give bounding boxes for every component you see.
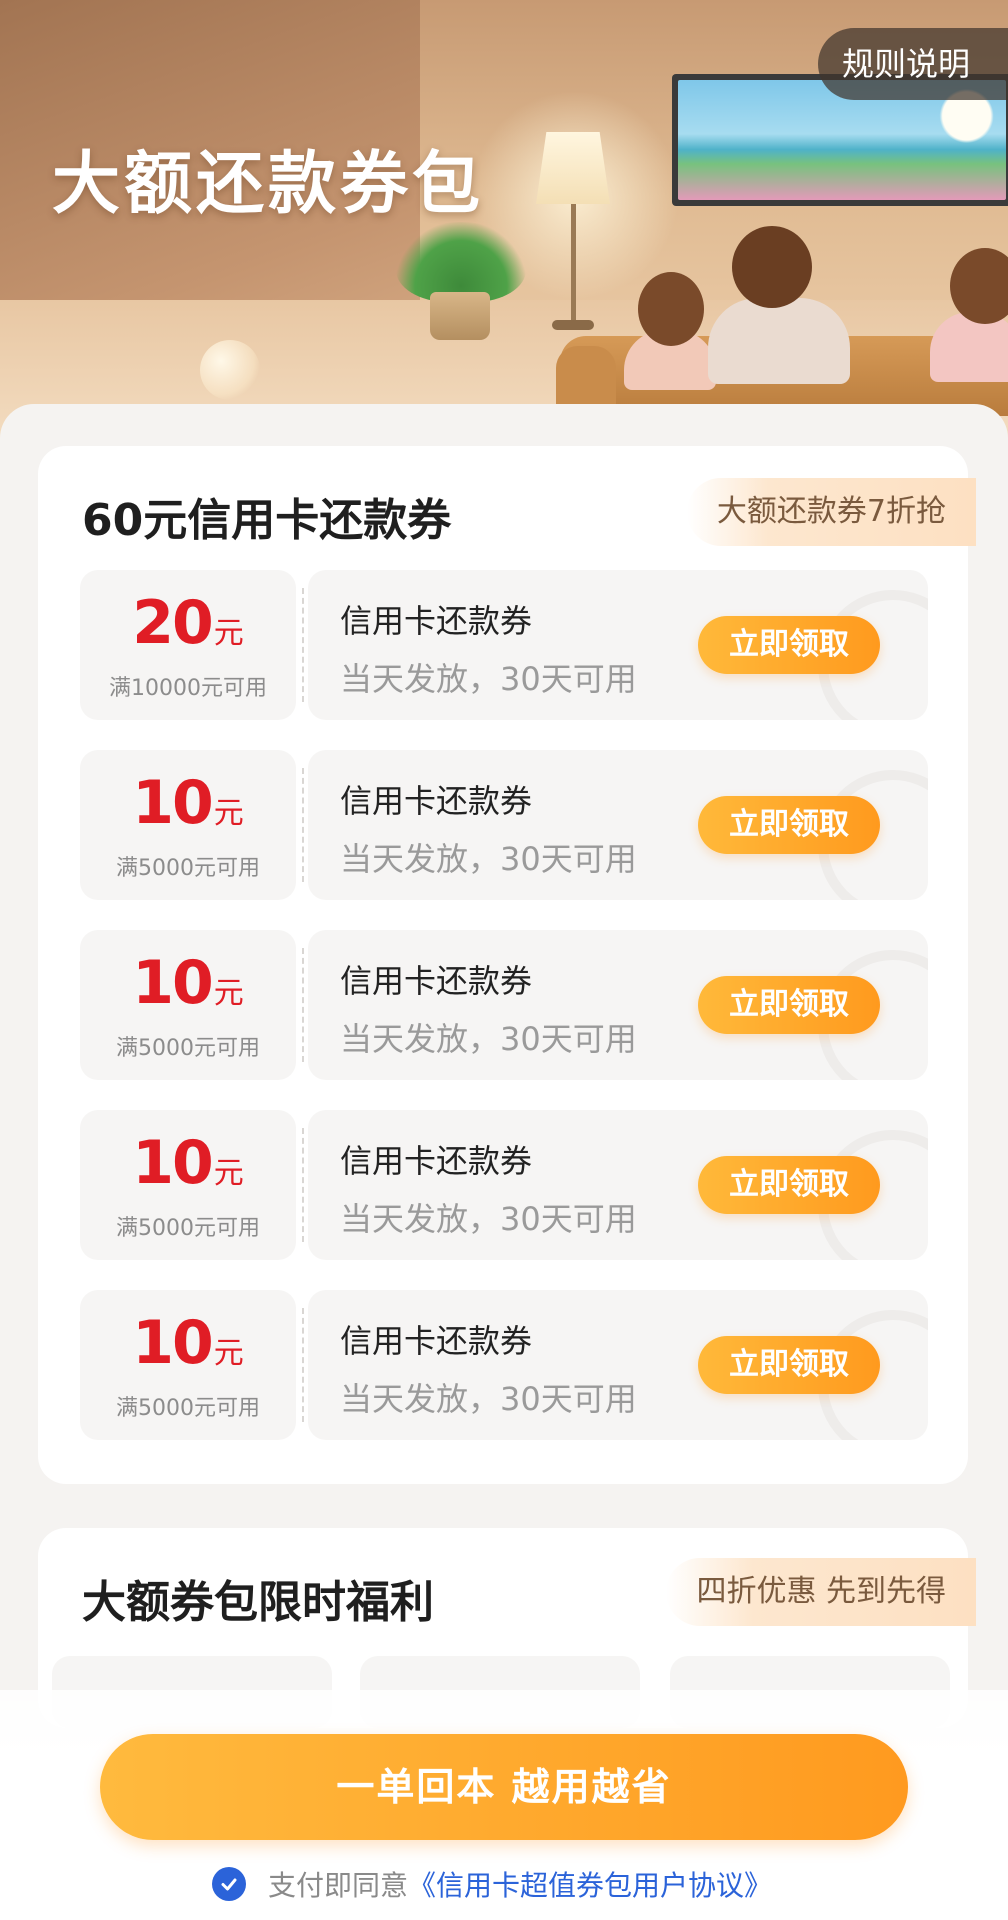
check-circle-icon[interactable]: [212, 1867, 246, 1901]
coupon-item: 10元 满5000元可用 信用卡还款券 当天发放，30天可用 立即领取: [80, 750, 928, 900]
coupon-name: 信用卡还款券: [340, 1142, 533, 1180]
coupon-info-panel: 信用卡还款券 当天发放，30天可用 立即领取: [308, 1290, 928, 1440]
promo-tag: 四折优惠 先到先得: [666, 1558, 976, 1626]
child-figure: [930, 312, 1008, 382]
coupon-item: 10元 满5000元可用 信用卡还款券 当天发放，30天可用 立即领取: [80, 1110, 928, 1260]
coupon-condition: 满5000元可用: [116, 1396, 260, 1421]
page-title: 大额还款券包: [52, 145, 485, 224]
page: 大额还款券包 规则说明 60元信用卡还款券 大额还款券7折抢 20元 满1000…: [0, 0, 1008, 1920]
lamp-icon: [536, 132, 610, 204]
coupon-info-panel: 信用卡还款券 当天发放，30天可用 立即领取: [308, 570, 928, 720]
coupon-condition: 满5000元可用: [116, 1216, 260, 1241]
coupon-amount: 10元: [80, 948, 296, 1018]
claim-button[interactable]: 立即领取: [698, 616, 880, 674]
coupon-info-panel: 信用卡还款券 当天发放，30天可用 立即领取: [308, 930, 928, 1080]
coupon-desc: 当天发放，30天可用: [340, 660, 637, 698]
light-bubble: [200, 340, 260, 400]
section-title: 大额券包限时福利: [82, 1577, 434, 1628]
agreement-prefix: 支付即同意: [268, 1869, 409, 1902]
coupon-amount-unit: 元: [213, 616, 244, 651]
plant-icon: [396, 222, 526, 302]
coupon-amount-unit: 元: [213, 1156, 244, 1191]
coupon-amount-value: 10: [132, 768, 213, 838]
coupon-amount-value: 20: [132, 588, 213, 658]
claim-button[interactable]: 立即领取: [698, 796, 880, 854]
section-title: 60元信用卡还款券: [82, 495, 452, 546]
coupon-desc: 当天发放，30天可用: [340, 1020, 637, 1058]
child-head: [638, 272, 704, 346]
coupon-amount-panel: 10元 满5000元可用: [80, 1290, 296, 1440]
coupon-divider: [302, 1128, 304, 1242]
coupon-divider: [302, 588, 304, 702]
coupon-divider: [302, 1308, 304, 1422]
coupon-item: 10元 满5000元可用 信用卡还款券 当天发放，30天可用 立即领取: [80, 930, 928, 1080]
coupon-amount: 10元: [80, 1308, 296, 1378]
plant-pot: [430, 292, 490, 340]
child-figure: [708, 298, 850, 384]
coupon-info-panel: 信用卡还款券 当天发放，30天可用 立即领取: [308, 1110, 928, 1260]
coupon-amount-panel: 10元 满5000元可用: [80, 1110, 296, 1260]
coupon-condition: 满5000元可用: [116, 856, 260, 881]
coupon-name: 信用卡还款券: [340, 602, 533, 640]
coupon-desc: 当天发放，30天可用: [340, 1200, 637, 1238]
coupon-condition: 满10000元可用: [109, 676, 267, 701]
coupon-amount: 10元: [80, 1128, 296, 1198]
lamp-pole: [571, 204, 576, 324]
coupon-amount: 20元: [80, 588, 296, 658]
coupon-name: 信用卡还款券: [340, 962, 533, 1000]
coupon-amount-value: 10: [132, 948, 213, 1018]
coupon-amount: 10元: [80, 768, 296, 838]
claim-button[interactable]: 立即领取: [698, 1336, 880, 1394]
coupon-amount-value: 10: [132, 1128, 213, 1198]
check-mark: [221, 1878, 237, 1891]
coupon-item: 10元 满5000元可用 信用卡还款券 当天发放，30天可用 立即领取: [80, 1290, 928, 1440]
promo-tag: 大额还款券7折抢: [686, 478, 976, 546]
coupon-divider: [302, 948, 304, 1062]
coupon-name: 信用卡还款券: [340, 782, 533, 820]
coupon-name: 信用卡还款券: [340, 1322, 533, 1360]
coupon-info-panel: 信用卡还款券 当天发放，30天可用 立即领取: [308, 750, 928, 900]
coupon-item: 20元 满10000元可用 信用卡还款券 当天发放，30天可用 立即领取: [80, 570, 928, 720]
coupon-desc: 当天发放，30天可用: [340, 1380, 637, 1418]
agreement-link[interactable]: 《信用卡超值券包用户协议》: [408, 1864, 772, 1904]
coupon-amount-unit: 元: [213, 1336, 244, 1371]
coupon-amount-panel: 20元 满10000元可用: [80, 570, 296, 720]
rules-button[interactable]: 规则说明: [818, 28, 1008, 100]
child-head: [732, 226, 812, 308]
coupon-amount-unit: 元: [213, 976, 244, 1011]
coupon-amount-value: 10: [132, 1308, 213, 1378]
coupon-desc: 当天发放，30天可用: [340, 840, 637, 878]
lamp-base: [552, 320, 594, 330]
claim-button[interactable]: 立即领取: [698, 976, 880, 1034]
coupon-amount-panel: 10元 满5000元可用: [80, 930, 296, 1080]
purchase-button[interactable]: 一单回本 越用越省: [100, 1734, 908, 1840]
agreement-row: 支付即同意 《信用卡超值券包用户协议》: [212, 1862, 772, 1906]
claim-button[interactable]: 立即领取: [698, 1156, 880, 1214]
coupon-condition: 满5000元可用: [116, 1036, 260, 1061]
coupon-divider: [302, 768, 304, 882]
coupon-amount-unit: 元: [213, 796, 244, 831]
coupon-amount-panel: 10元 满5000元可用: [80, 750, 296, 900]
